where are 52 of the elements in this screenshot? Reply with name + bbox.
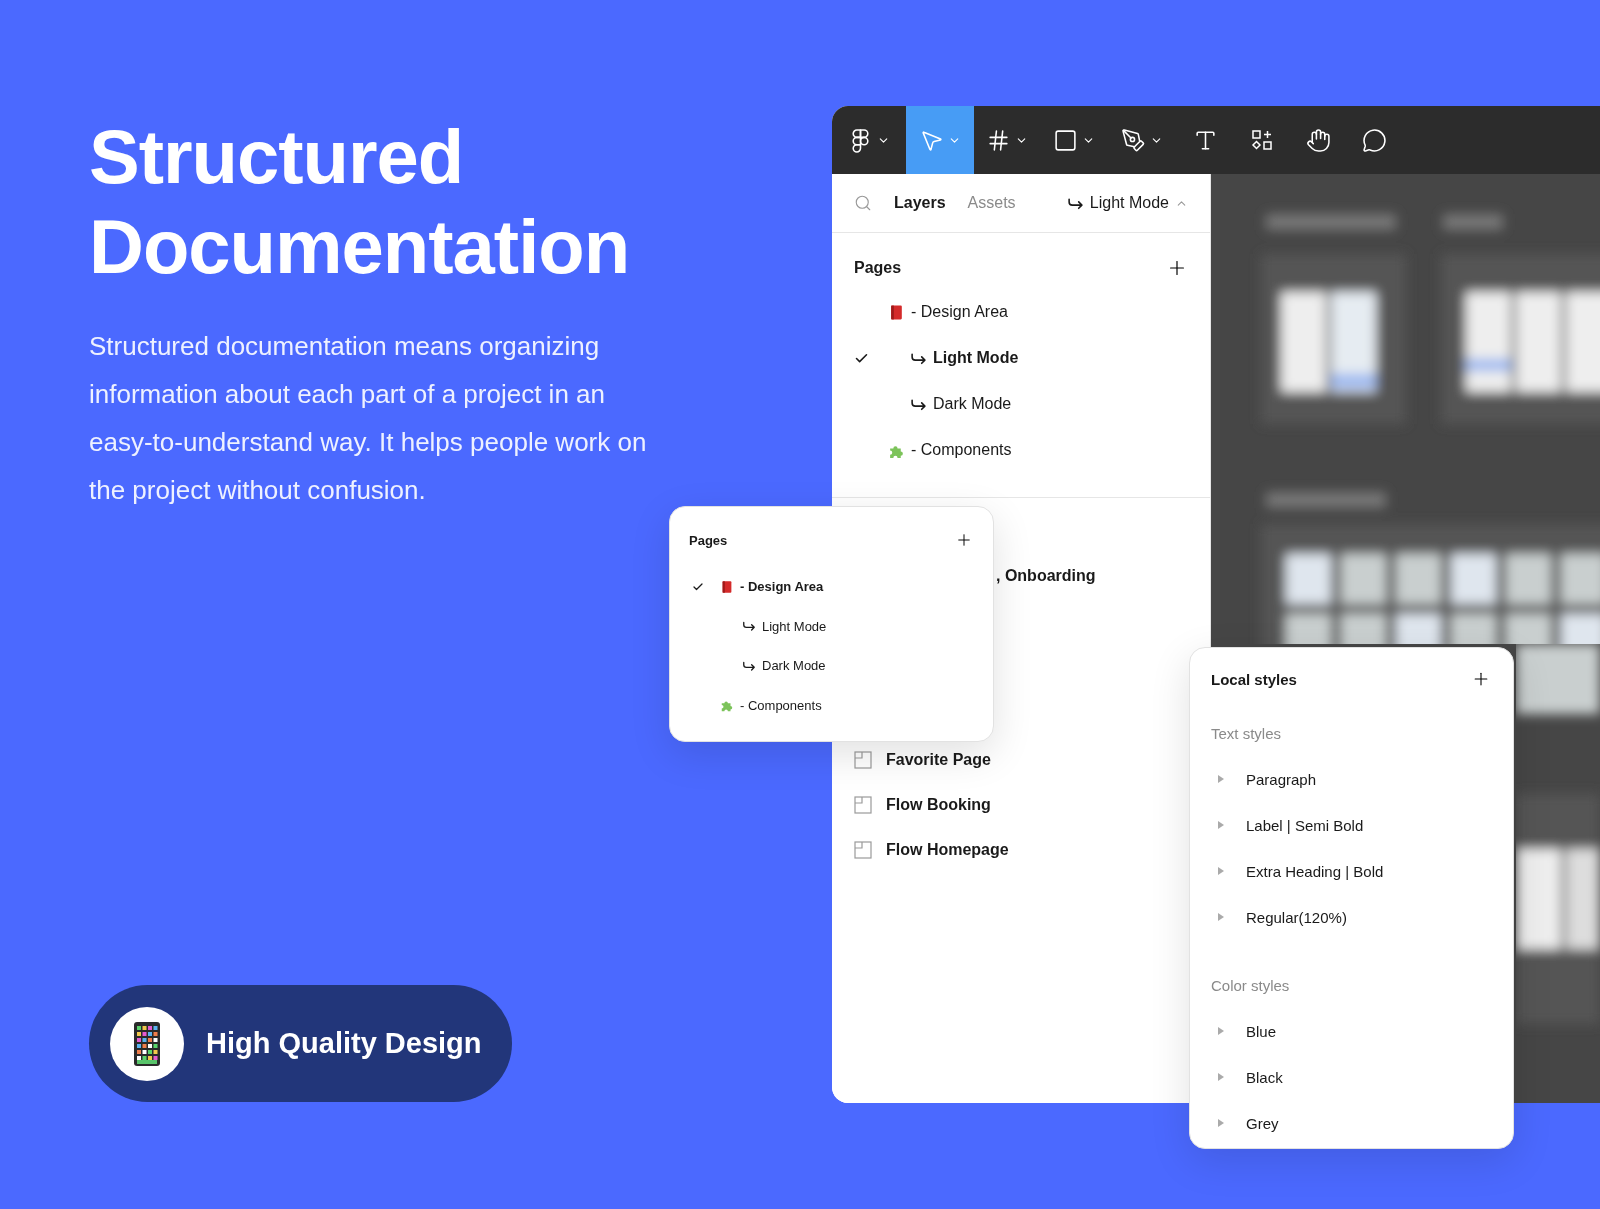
pages-heading: Pages <box>689 532 728 548</box>
layer-name[interactable]: Favorite Page <box>886 750 991 769</box>
expand-icon <box>1218 775 1224 783</box>
page-item[interactable]: Light Mode <box>670 606 993 646</box>
page-item[interactable]: Dark Mode <box>832 381 1210 427</box>
expand-icon <box>1218 1027 1224 1035</box>
expand-icon <box>1218 1073 1224 1081</box>
panel-tab[interactable]: Layers <box>894 194 946 212</box>
layer-name[interactable]: Flow Homepage <box>886 840 1009 859</box>
book-icon <box>720 579 734 594</box>
expand-icon <box>1218 867 1224 875</box>
style-group-title: Color styles <box>1210 975 1291 996</box>
comment-icon <box>1361 127 1387 153</box>
page-item[interactable]: - Components <box>832 427 1210 473</box>
style-item[interactable]: Blue <box>1190 1008 1513 1054</box>
frame-icon <box>854 795 872 814</box>
page-item[interactable]: Dark Mode <box>670 646 993 686</box>
frame-icon <box>854 750 872 769</box>
style-item[interactable]: Paragraph <box>1190 756 1513 802</box>
book-icon <box>888 303 905 321</box>
square-icon <box>1053 127 1078 153</box>
expand-icon <box>1218 1119 1224 1127</box>
phone-icon <box>134 1021 160 1066</box>
pen-icon <box>1121 127 1146 153</box>
layer-name[interactable]: Flow Booking <box>886 795 991 814</box>
panel-tab[interactable]: Assets <box>967 194 1016 212</box>
page-item[interactable]: - Components <box>670 685 993 725</box>
style-item[interactable]: Label | Semi Bold <box>1190 802 1513 848</box>
style-item[interactable]: Regular(120%) <box>1190 894 1513 940</box>
hand-icon <box>1305 127 1331 153</box>
pages-heading: Pages <box>854 259 902 277</box>
hero-title: Structured Documentation <box>89 113 631 291</box>
style-group-title: Text styles <box>1210 723 1283 744</box>
page-item[interactable]: - Design Area <box>832 289 1210 335</box>
style-item[interactable]: Grey <box>1190 1100 1513 1146</box>
hero-description: Structured documentation means organizing information about each part of a project in an easy-to-understand way. It helps people work on the project without confusion. <box>89 330 648 507</box>
add-icon[interactable] <box>955 531 973 549</box>
shapes-icon <box>1250 128 1274 152</box>
search-icon <box>854 194 872 212</box>
page-item[interactable]: - Design Area <box>670 567 993 607</box>
style-item[interactable]: Black <box>1190 1054 1513 1100</box>
frame-icon <box>986 127 1011 153</box>
layer-name[interactable]: , Onboarding <box>996 566 1096 585</box>
frame-icon <box>854 840 872 859</box>
page-item[interactable]: Light Mode <box>832 335 1210 381</box>
return-arrow-icon <box>742 619 756 634</box>
local-styles-heading: Local styles <box>1211 670 1297 688</box>
page-selector[interactable]: Light Mode <box>1066 194 1188 212</box>
style-item[interactable]: Extra Heading | Bold <box>1190 848 1513 894</box>
expand-icon <box>1218 821 1224 829</box>
badge-label: High Quality Design <box>206 1027 482 1060</box>
expand-icon <box>1218 913 1224 921</box>
